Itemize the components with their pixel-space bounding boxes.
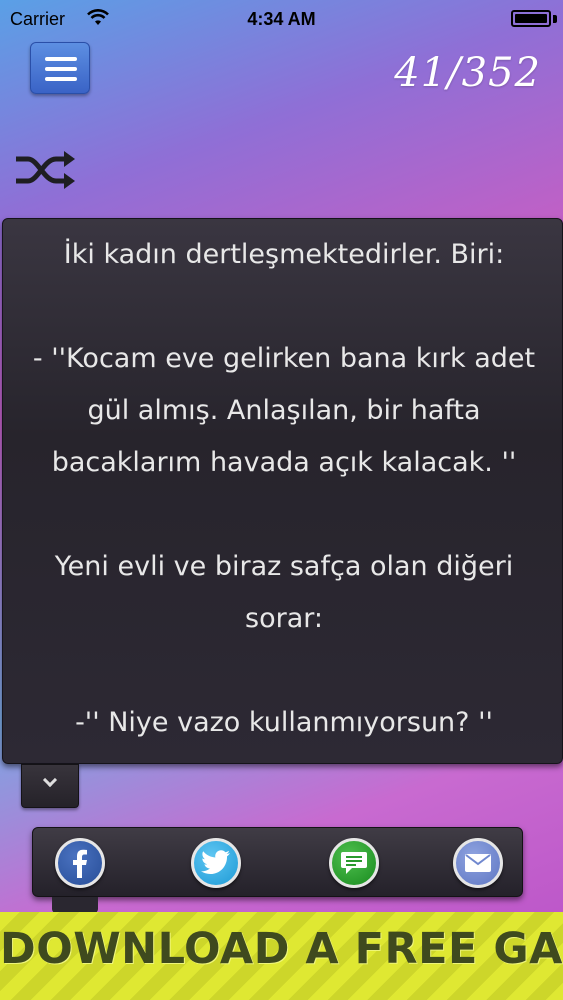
facebook-icon — [73, 849, 87, 878]
facebook-share-button[interactable] — [55, 838, 105, 888]
status-time: 4:34 AM — [247, 9, 316, 29]
battery-icon — [511, 10, 551, 27]
battery-tip — [553, 15, 557, 23]
share-bar — [32, 827, 523, 897]
twitter-icon — [201, 850, 230, 874]
joke-counter: 41/352 — [394, 50, 541, 96]
menu-button[interactable] — [30, 42, 90, 94]
joke-text: İki kadın dertleşmektedirler. Biri: - ''… — [32, 239, 536, 738]
collapse-tab[interactable] — [52, 897, 98, 913]
shuffle-icon[interactable] — [14, 150, 76, 190]
ad-text: DOWNLOAD A FREE GAME! — [0, 924, 563, 974]
ad-banner[interactable]: DOWNLOAD A FREE GAME! — [0, 912, 563, 1000]
sms-share-button[interactable] — [329, 838, 379, 888]
chevron-down-icon — [42, 772, 58, 788]
twitter-share-button[interactable] — [191, 838, 241, 888]
joke-panel[interactable]: İki kadın dertleşmektedirler. Biri: - ''… — [2, 218, 563, 764]
expand-button[interactable] — [21, 764, 79, 808]
status-bar: Carrier 4:34 AM — [0, 0, 563, 38]
mail-icon — [465, 854, 491, 872]
mail-share-button[interactable] — [453, 838, 503, 888]
chat-bubble-icon — [341, 852, 367, 874]
